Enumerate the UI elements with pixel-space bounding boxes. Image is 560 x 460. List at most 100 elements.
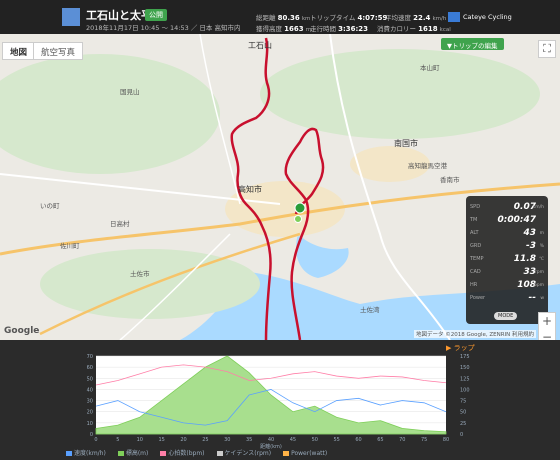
x-tick-label: 20 [180,437,186,443]
y-right-tick-label: 25 [460,421,466,427]
cyclo-label: GRD [470,243,482,249]
cyclo-unit: ℃ [538,257,544,262]
mode-button[interactable]: MODE [494,312,518,320]
place-label: いの町 [40,202,60,210]
cateye-logo-icon [448,12,460,22]
lap-toggle[interactable]: ▶ ラップ [446,343,475,353]
legend-item[interactable]: ケイデンス(rpm) [216,450,272,457]
legend-item[interactable]: Power(watt) [283,450,327,457]
cyclo-label: SPD [470,204,481,210]
y-right-tick-label: 125 [460,376,470,382]
bay-area [296,234,349,278]
cateye-brand-label: Cateye Cycling [463,13,512,21]
legend-label: Power(watt) [291,450,328,457]
x-tick-label: 10 [137,437,143,443]
trip-subtitle: 2018年11月17日 10:45 〜 14:53 ／ 日本 高知市内 [86,24,241,32]
stat-elevation-gain: 獲得高度 1663 m [256,23,311,33]
legend-item[interactable]: 心拍数(bpm) [160,450,205,457]
cyclo-row-altitude: ALT 43 m [470,228,544,240]
legend-swatch [216,451,223,456]
start-marker-icon[interactable] [294,215,302,223]
app-root: 工石山と太平洋 公開 2018年11月17日 10:45 〜 14:53 ／ 日… [0,0,560,460]
place-label: 佐川町 [60,242,80,250]
x-tick-label: 15 [158,437,164,443]
x-tick-label: 65 [377,437,383,443]
place-label: 国見山 [120,88,140,96]
stat-unit: kcal [439,27,451,33]
legend-label: 速度(km/h) [74,450,106,457]
map-attribution[interactable]: 地図データ ©2018 Google, ZENRIN 利用規約 [414,330,537,338]
x-tick-label: 40 [268,437,274,443]
y-left-tick-label: 30 [87,399,93,405]
place-label: 南国市 [394,139,418,148]
trip-edit-button[interactable]: ▼トリップの編集 [441,38,504,50]
y-right-tick-label: 175 [460,354,470,360]
x-tick-label: 70 [399,437,405,443]
cyclocomputer-panel: SPD 0.07 km/h TM 0:00:47 ALT 43 m GRD -3… [466,196,548,324]
cyclo-unit: m [539,231,544,236]
place-label: 日高村 [110,220,130,228]
stat-label: トリップタイム [310,14,356,22]
x-tick-label: 60 [355,437,361,443]
place-label: 土佐湾 [360,306,380,314]
zoom-in-button[interactable]: + [539,313,555,329]
cyclo-label: CAD [470,269,481,275]
x-tick-label: 0 [94,437,97,443]
chart-canvas[interactable]: 0 10 20 30 40 50 60 70 0 25 50 75 100 125 150 175 0 5 10 15… [0,340,560,460]
x-tick-label: 30 [224,437,230,443]
legend-label: 心拍数(bpm) [168,450,205,457]
cyclo-unit: bpm [533,283,544,288]
place-label: 土佐市 [130,270,150,278]
tab-aerial-photo[interactable]: 航空写真 [33,42,84,60]
x-tick-label: 5 [116,437,119,443]
cyclo-value: -3 [526,241,536,251]
legend-swatch [66,451,72,456]
legend-item[interactable]: 標高(m) [117,450,149,457]
cateye-brand-link[interactable]: Cateye Cycling [448,12,558,24]
zoom-out-button[interactable]: − [539,329,555,340]
zoom-control: + − [538,312,556,340]
stat-avg-speed: 平均速度 22.4 km/h [385,12,446,22]
legend-swatch [117,451,124,456]
legend-label: ケイデンス(rpm) [224,450,272,457]
cyclo-unit: % [539,244,544,249]
place-label: 高知龍馬空港 [408,162,447,170]
stat-label: 獲得高度 [256,25,282,33]
x-tick-label: 45 [290,437,296,443]
legend-swatch [283,451,290,456]
y-left-tick-label: 0 [90,432,93,438]
cyclo-row-grade: GRD -3 % [470,241,544,253]
legend-swatch [160,451,167,456]
place-label: 香南市 [440,176,460,184]
cyclo-label: TM [470,217,478,223]
y-left-tick-label: 20 [87,410,93,416]
cyclo-row-temperature: TEMP 11.8 ℃ [470,254,544,266]
legend-label: 標高(m) [125,450,149,457]
stat-trip-time: トリップタイム 4:07:59 [310,12,387,22]
cyclo-unit: km/h [532,205,544,210]
cyclo-label: HR [470,282,478,288]
google-logo: Google [4,326,40,336]
cyclo-row-power: Power -- w [470,293,544,305]
stat-label: 平均速度 [385,14,411,22]
y-left-tick-label: 70 [87,354,93,360]
place-label: 工石山 [248,41,272,50]
chart-legend: 速度(km/h) 標高(m) 心拍数(bpm) ケイデンス(rpm) Power(wat… [66,448,339,457]
cyclo-row-speed: SPD 0.07 km/h [470,202,544,214]
stat-label: 走行時間 [310,25,336,33]
stat-value: 3:36:23 [338,25,369,33]
tab-map[interactable]: 地図 [2,42,36,60]
stat-value: 1663 [284,25,304,33]
stat-ride-time: 走行時間 3:36:23 [310,23,368,33]
y-left-tick-label: 50 [87,376,93,382]
cyclo-row-cadence: CAD 33 rpm [470,267,544,279]
fullscreen-icon[interactable]: ⛶ [538,40,556,58]
route-map[interactable]: 工石山 国見山 本山町 高知市 南国市 土佐市 香南市 いの町 佐川町 日高村 … [0,34,560,340]
legend-item[interactable]: 速度(km/h) [66,450,106,457]
elevation-chart[interactable]: 0 10 20 30 40 50 60 70 0 25 50 75 100 125 150 175 0 5 10 15… [0,340,560,460]
goal-marker-icon[interactable] [294,202,306,214]
x-tick-label: 25 [202,437,208,443]
cyclo-unit: w [540,296,544,301]
place-label: 本山町 [420,64,440,72]
x-tick-label: 50 [312,437,318,443]
